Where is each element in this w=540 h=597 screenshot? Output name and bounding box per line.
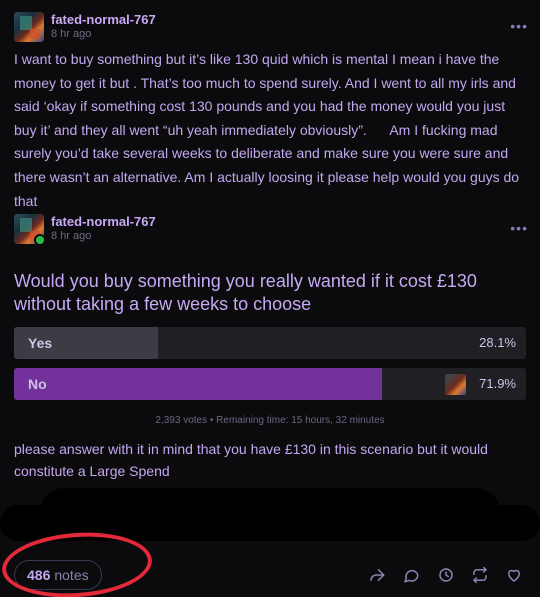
poll-question: Would you buy something you really wante… (14, 271, 477, 314)
history-icon[interactable] (435, 564, 457, 586)
post1-body: I want to buy something but it’s like 13… (14, 51, 523, 209)
avatar[interactable] (14, 12, 44, 42)
username[interactable]: fated-normal-767 (51, 12, 156, 27)
post1-header: fated-normal-767 8 hr ago (14, 12, 156, 42)
post2-header: fated-normal-767 8 hr ago (14, 214, 156, 246)
more-options-icon[interactable]: ••• (510, 18, 528, 34)
post2-body: please answer with it in mind that you h… (14, 441, 492, 479)
timestamp[interactable]: 8 hr ago (51, 229, 156, 244)
poll-option-label: Yes (28, 335, 53, 351)
reply-icon[interactable] (400, 564, 422, 586)
username[interactable]: fated-normal-767 (51, 214, 156, 229)
poll-info: 2,393 votes • Remaining time: 15 hours, … (155, 415, 385, 426)
online-badge-icon (34, 234, 46, 246)
poll-option-no[interactable]: No 71.9% (14, 368, 526, 400)
poll-option-percent: 28.1% (479, 335, 516, 350)
voter-avatar (445, 374, 466, 395)
timestamp[interactable]: 8 hr ago (51, 27, 156, 42)
poll-option-yes[interactable]: Yes 28.1% (14, 327, 526, 359)
poll-option-percent: 71.9% (479, 376, 516, 391)
more-options-icon[interactable]: ••• (510, 220, 528, 236)
reblog-icon[interactable] (469, 564, 491, 586)
like-icon[interactable] (503, 564, 525, 586)
share-icon[interactable] (366, 564, 388, 586)
poll-option-label: No (28, 376, 47, 392)
poll-bar-fill (14, 368, 383, 400)
